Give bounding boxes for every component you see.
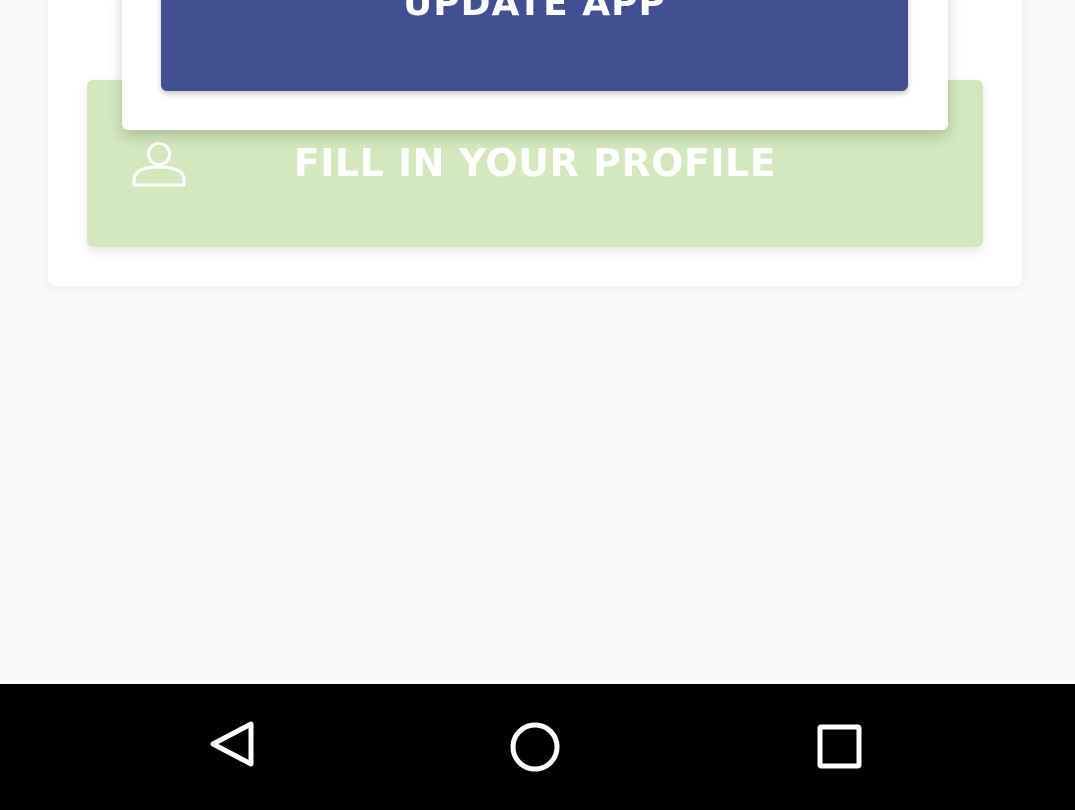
system-navigation-bar <box>0 684 1075 810</box>
app-screen: FILL IN YOUR PROFILE UPDATE APP <box>0 0 1075 810</box>
home-button[interactable] <box>495 704 575 784</box>
fill-profile-label: FILL IN YOUR PROFILE <box>293 141 777 185</box>
recents-square-icon <box>799 704 879 784</box>
back-triangle-icon <box>193 704 273 784</box>
home-circle-icon <box>495 704 575 784</box>
back-button[interactable] <box>193 704 273 784</box>
recents-button[interactable] <box>799 704 879 784</box>
update-app-button[interactable]: UPDATE APP <box>161 0 908 91</box>
update-app-label: UPDATE APP <box>403 0 666 24</box>
